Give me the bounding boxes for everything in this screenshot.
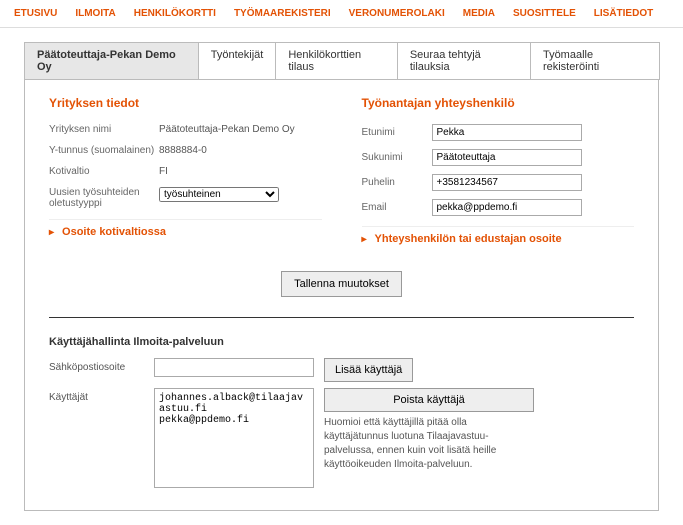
- expander-contact-address[interactable]: ▸ Yhteyshenkilön tai edustajan osoite: [362, 226, 635, 251]
- label-email-address: Sähköpostiosoite: [49, 358, 154, 373]
- chevron-right-icon: ▸: [49, 227, 54, 238]
- input-phone[interactable]: [432, 174, 582, 191]
- add-user-button[interactable]: Lisää käyttäjä: [324, 358, 413, 382]
- input-email[interactable]: [432, 199, 582, 216]
- nav-media[interactable]: MEDIA: [463, 8, 495, 19]
- company-section-title: Yrityksen tiedot: [49, 96, 322, 110]
- chevron-right-icon: ▸: [362, 234, 367, 245]
- save-button[interactable]: Tallenna muutokset: [281, 271, 402, 297]
- expander-contact-address-label: Yhteyshenkilön tai edustajan osoite: [375, 233, 562, 245]
- input-lastname[interactable]: [432, 149, 582, 166]
- select-reltype[interactable]: työsuhteinen: [159, 187, 279, 202]
- label-email: Email: [362, 202, 432, 213]
- tab-company[interactable]: Päätoteuttaja-Pekan Demo Oy: [24, 42, 199, 80]
- user-list[interactable]: johannes.alback@tilaajavastuu.fi pekka@p…: [154, 388, 314, 488]
- contact-section-title: Työnantajan yhteyshenkilö: [362, 96, 635, 110]
- nav-suosittele[interactable]: SUOSITTELE: [513, 8, 576, 19]
- nav-etusivu[interactable]: ETUSIVU: [14, 8, 57, 19]
- label-firstname: Etunimi: [362, 127, 432, 138]
- label-lastname: Sukunimi: [362, 152, 432, 163]
- nav-ilmoita[interactable]: ILMOITA: [75, 8, 115, 19]
- value-company-name: Päätoteuttaja-Pekan Demo Oy: [159, 124, 295, 135]
- tab-card-order[interactable]: Henkilökorttien tilaus: [275, 42, 397, 80]
- user-mgmt-title: Käyttäjähallinta Ilmoita-palveluun: [49, 336, 634, 348]
- nav-veronumerolaki[interactable]: VERONUMEROLAKI: [349, 8, 445, 19]
- remove-user-button[interactable]: Poista käyttäjä: [324, 388, 534, 412]
- tab-track-orders[interactable]: Seuraa tehtyjä tilauksia: [397, 42, 531, 80]
- nav-henkilokortti[interactable]: HENKILÖKORTTI: [134, 8, 216, 19]
- value-country: FI: [159, 166, 168, 177]
- value-ytunnus: 8888884-0: [159, 145, 207, 156]
- divider: [49, 317, 634, 318]
- input-new-user-email[interactable]: [154, 358, 314, 377]
- label-phone: Puhelin: [362, 177, 432, 188]
- label-ytunnus: Y-tunnus (suomalainen): [49, 145, 159, 156]
- nav-tyomaarekisteri[interactable]: TYÖMAAREKISTERI: [234, 8, 331, 19]
- expander-home-address[interactable]: ▸ Osoite kotivaltiossa: [49, 219, 322, 244]
- expander-home-address-label: Osoite kotivaltiossa: [62, 226, 166, 238]
- nav-lisatiedot[interactable]: LISÄTIEDOT: [594, 8, 653, 19]
- tab-workers[interactable]: Työntekijät: [198, 42, 277, 80]
- label-users: Käyttäjät: [49, 388, 154, 403]
- input-firstname[interactable]: [432, 124, 582, 141]
- label-company-name: Yrityksen nimi: [49, 124, 159, 135]
- tab-site-register[interactable]: Työmaalle rekisteröinti: [530, 42, 660, 80]
- user-mgmt-hint: Huomioi että käyttäjillä pitää olla käyt…: [324, 416, 534, 472]
- label-reltype: Uusien työsuhteiden oletustyyppi: [49, 187, 159, 209]
- label-country: Kotivaltio: [49, 166, 159, 177]
